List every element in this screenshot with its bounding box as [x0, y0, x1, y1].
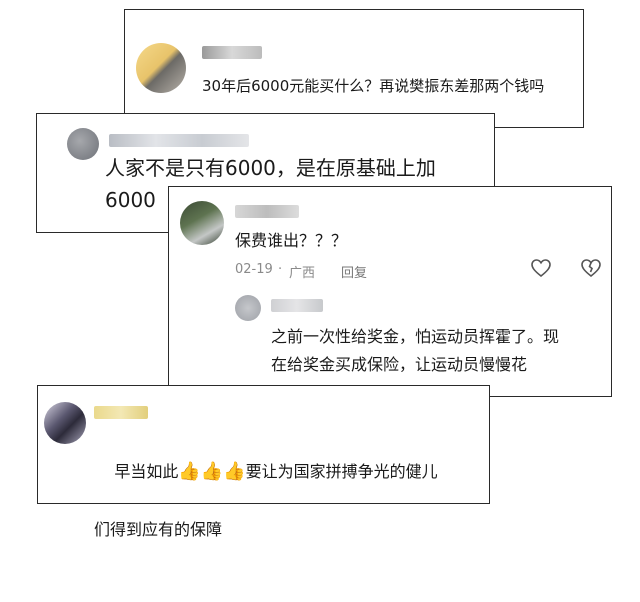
comment-text: 30年后6000元能买什么？再说樊振东差那两个钱吗 — [202, 77, 545, 95]
comment-location: 广西 — [289, 266, 316, 281]
user-avatar[interactable] — [44, 402, 86, 444]
username-blurred[interactable] — [109, 134, 249, 147]
comment-text-part1: 早当如此 — [114, 462, 179, 481]
user-avatar[interactable] — [67, 128, 99, 160]
comment-card-1: 30年后6000元能买什么？再说樊振东差那两个钱吗 — [124, 9, 584, 128]
comment-card-3: 保费谁出？？？ 02-19 · 广西 回复 之前一次性给奖金，怕运动员挥霍了。现… — [168, 186, 612, 397]
like-heart-icon[interactable] — [529, 256, 553, 280]
reply-username-blurred[interactable] — [271, 299, 323, 312]
reply-text: 之前一次性给奖金，怕运动员挥霍了。现 在给奖金买成保险，让运动员慢慢花 — [271, 327, 560, 374]
comment-card-4: 早当如此👍👍👍要让为国家拼搏争光的健儿 们得到应有的保障 — [37, 385, 490, 539]
comment-text: 早当如此👍👍👍要让为国家拼搏争光的健儿 们得到应有的保障 — [94, 428, 438, 602]
user-avatar[interactable] — [180, 201, 224, 245]
username-blurred[interactable] — [202, 46, 262, 59]
comment-text: 保费谁出？？？ — [235, 231, 348, 250]
reply-user-avatar[interactable] — [235, 295, 261, 321]
comment-text-line2: 们得到应有的保障 — [94, 520, 223, 539]
comment-text-part2: 要让为国家拼搏争光的健儿 — [245, 462, 438, 481]
reply-button[interactable]: 回复 — [341, 262, 367, 281]
user-avatar[interactable] — [136, 43, 186, 93]
thumbs-up-emoji: 👍👍👍 — [178, 461, 246, 482]
comment-date: 02-19 — [235, 262, 273, 277]
username-blurred[interactable] — [235, 205, 299, 218]
username-blurred[interactable] — [94, 406, 148, 419]
dislike-broken-heart-icon[interactable] — [579, 256, 603, 280]
meta-separator: · — [278, 262, 283, 277]
